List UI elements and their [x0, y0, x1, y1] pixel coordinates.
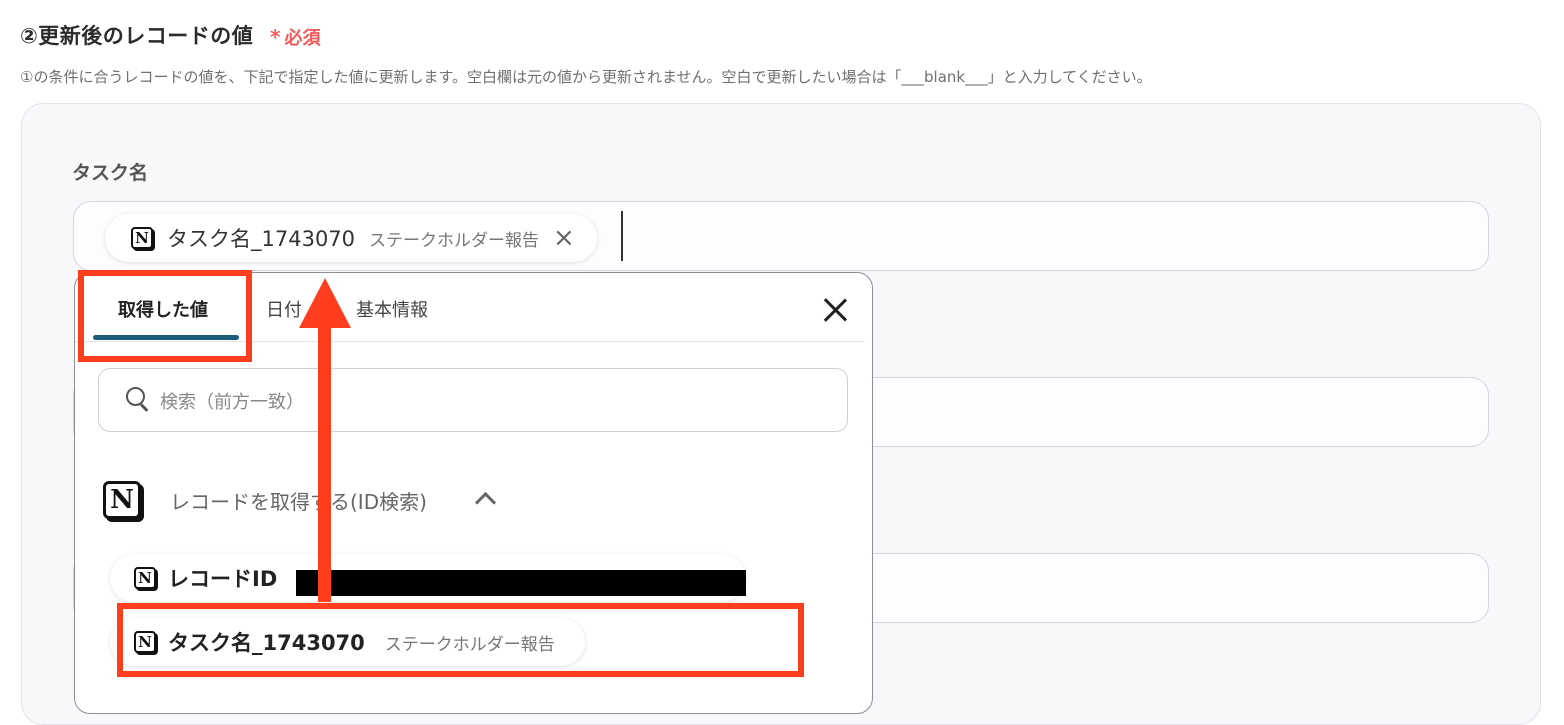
- required-asterisk: *: [270, 25, 281, 49]
- text-caret: [621, 211, 623, 261]
- chip-value: タスク名_1743070: [167, 227, 356, 251]
- search-placeholder: 検索（前方一致）: [160, 392, 304, 413]
- highlight-box-tab: [78, 270, 252, 362]
- chip-remove-icon[interactable]: ×: [553, 225, 575, 251]
- tab-basic-info[interactable]: 基本情報: [356, 296, 428, 322]
- highlight-box-item: [117, 603, 804, 677]
- tab-date[interactable]: 日付: [266, 296, 302, 322]
- section-title: ②更新後のレコードの値: [20, 24, 254, 48]
- annotation-arrow-head: [299, 278, 351, 328]
- task-name-label: タスク名: [72, 162, 149, 184]
- redaction-bar: [296, 570, 746, 596]
- notion-logo-icon: N: [134, 567, 156, 589]
- notion-logo-icon: N: [103, 481, 141, 519]
- close-icon[interactable]: [817, 292, 853, 328]
- required-label: 必須: [284, 28, 321, 49]
- list-item-label: レコードID: [168, 567, 278, 591]
- value-chip[interactable]: N タスク名_1743070 ステークホルダー報告 ×: [105, 214, 597, 262]
- chip-subtext: ステークホルダー報告: [369, 230, 540, 251]
- group-label[interactable]: レコードを取得する(ID検索): [170, 486, 427, 515]
- required-badge: * 必須: [270, 24, 320, 50]
- annotation-arrow-shaft: [318, 325, 331, 602]
- search-icon: [126, 387, 149, 412]
- group-header[interactable]: N: [103, 481, 141, 519]
- section-description: ①の条件に合うレコードの値を、下記で指定した値に更新します。空白欄は元の値から更…: [20, 68, 1152, 86]
- notion-logo-icon: N: [131, 227, 153, 249]
